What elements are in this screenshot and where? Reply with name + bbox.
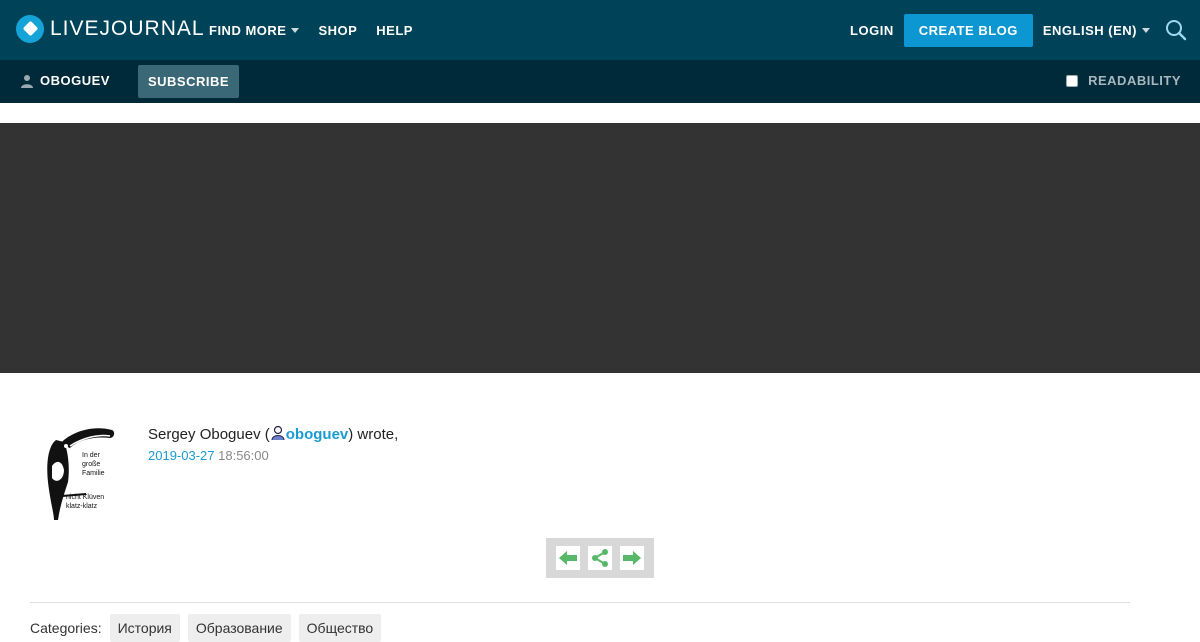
- nav-help[interactable]: HELP: [376, 23, 413, 38]
- user-icon: [21, 74, 33, 88]
- language-selector[interactable]: ENGLISH (EN): [1043, 23, 1150, 38]
- arrow-right-icon: [623, 551, 641, 565]
- nav-help-label: HELP: [376, 22, 413, 38]
- language-label: ENGLISH (EN): [1042, 22, 1137, 38]
- logo-text: LIVEJOURNAL: [50, 17, 205, 40]
- category-tag[interactable]: История: [109, 614, 180, 642]
- post-categories: Categories: История Образование Общество: [30, 614, 382, 642]
- next-entry-button[interactable]: [620, 546, 644, 570]
- nav-find-more-label: FIND MORE: [209, 22, 287, 38]
- readability-checkbox[interactable]: [1066, 74, 1079, 87]
- readability-label: READABILITY: [1088, 73, 1181, 88]
- wrote-text: ) wrote,: [348, 426, 399, 443]
- header-right-controls: LOGIN CREATE BLOG ENGLISH (EN): [850, 0, 1188, 60]
- previous-entry-button[interactable]: [556, 546, 580, 570]
- arrow-left-icon: [559, 551, 577, 565]
- user-icon: [271, 425, 285, 441]
- avatar-text-line: Familie: [82, 470, 105, 477]
- chevron-down-icon: [291, 27, 300, 33]
- share-icon: [592, 549, 608, 567]
- create-blog-button[interactable]: CREATE BLOG: [903, 13, 1033, 47]
- author-avatar[interactable]: In der große Familie nicht Klüven klatz-…: [42, 424, 118, 522]
- avatar-text-line: In der: [82, 452, 101, 459]
- post-dateline: 2019-03-27 18:56:00: [148, 447, 269, 465]
- livejournal-logo[interactable]: LIVEJOURNAL: [16, 15, 205, 43]
- nav-find-more[interactable]: FIND MORE: [209, 22, 300, 38]
- post-time: 18:56:00: [218, 448, 269, 463]
- subscribe-button[interactable]: SUBSCRIBE: [138, 65, 239, 98]
- main-nav: FIND MORE SHOP HELP: [209, 0, 413, 60]
- share-button[interactable]: [588, 546, 612, 570]
- avatar-text-line: klatz-klatz: [66, 503, 98, 510]
- post-navigation: [546, 538, 654, 578]
- login-link[interactable]: LOGIN: [850, 23, 894, 38]
- avatar-text-line: große: [82, 461, 100, 468]
- divider: [30, 602, 1130, 603]
- category-tag[interactable]: Образование: [187, 614, 291, 642]
- readability-toggle[interactable]: READABILITY: [1066, 73, 1181, 88]
- journal-username: OBOGUEV: [40, 73, 110, 88]
- journal-user[interactable]: OBOGUEV: [20, 73, 110, 88]
- header-banner: [0, 123, 1200, 373]
- post-byline: Sergey Oboguev ( oboguev) wrote,: [148, 425, 398, 445]
- journal-subbar: OBOGUEV SUBSCRIBE READABILITY: [0, 60, 1200, 103]
- nav-shop-label: SHOP: [318, 22, 358, 38]
- categories-label: Categories:: [30, 620, 102, 636]
- post-date-link[interactable]: 2019-03-27: [148, 448, 215, 463]
- category-tag[interactable]: Общество: [298, 614, 382, 642]
- chevron-down-icon: [1142, 27, 1150, 33]
- search-icon[interactable]: [1164, 18, 1188, 42]
- top-navigation-bar: LIVEJOURNAL FIND MORE SHOP HELP LOGIN CR…: [0, 0, 1200, 60]
- livejournal-logo-icon: [16, 15, 44, 43]
- author-username-link[interactable]: oboguev: [286, 426, 349, 443]
- nav-shop[interactable]: SHOP: [318, 23, 357, 38]
- avatar-text-line: nicht Klüven: [66, 494, 104, 501]
- author-name: Sergey Oboguev (: [148, 426, 270, 443]
